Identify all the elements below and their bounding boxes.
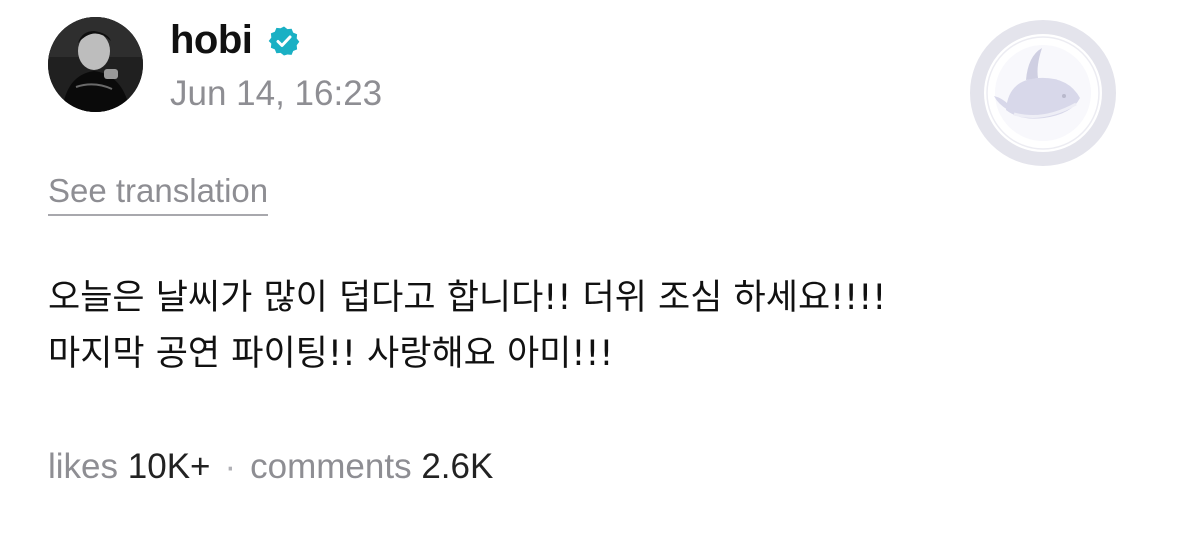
post-timestamp: Jun 14, 16:23 [170, 74, 383, 113]
likes-stat[interactable]: likes 10K+ [48, 447, 210, 486]
whale-watermark-logo [970, 20, 1116, 166]
author-name[interactable]: hobi [170, 16, 253, 64]
post-body-line: 오늘은 날씨가 많이 덥다고 합니다!! 더위 조심 하세요!!!! [48, 278, 887, 318]
post-stats: likes 10K+ · comments 2.6K [48, 444, 493, 490]
comments-count: 2.6K [421, 447, 494, 486]
avatar[interactable] [48, 17, 143, 112]
see-translation-link[interactable]: See translation [48, 170, 269, 216]
avatar-image [48, 17, 143, 112]
post-card: hobi Jun 14, 16:23 See translation 오늘은 날… [0, 0, 1180, 535]
likes-label: likes [48, 447, 119, 486]
verified-badge-icon [268, 26, 300, 56]
comments-label: comments [250, 447, 412, 486]
likes-count: 10K+ [127, 447, 211, 486]
post-body: 오늘은 날씨가 많이 덥다고 합니다!! 더위 조심 하세요!!!! 마지막 공… [48, 270, 1148, 382]
comments-stat[interactable]: comments 2.6K [250, 447, 493, 486]
stats-separator: · [224, 447, 237, 486]
post-body-line: 마지막 공연 파이팅!! 사랑해요 아미!!! [48, 334, 614, 374]
